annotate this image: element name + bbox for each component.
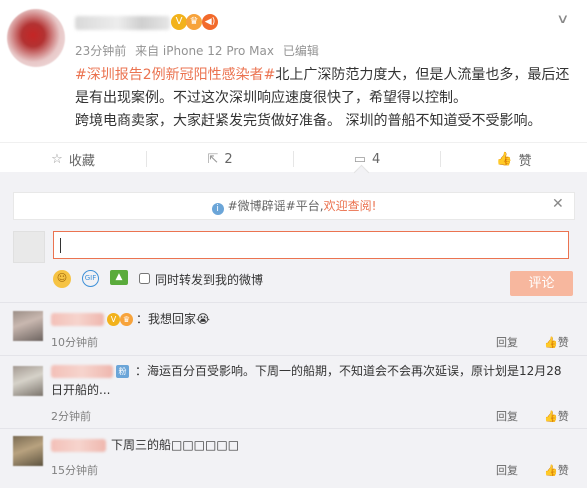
author-name-redacted[interactable] (75, 16, 170, 30)
favorite-label: 收藏 (68, 153, 95, 169)
commenter-name-redacted[interactable] (51, 439, 106, 452)
notice-prefix: #微博辟谣#平台, (227, 199, 324, 213)
gif-icon[interactable]: GIF (82, 270, 99, 287)
repost-checkbox-label[interactable]: 同时转发到我的微博 (155, 271, 263, 288)
chevron-down-icon[interactable]: ∨ (556, 12, 569, 27)
verified-icon: V (171, 14, 187, 30)
submit-comment-button[interactable]: 评论 (510, 271, 573, 296)
close-icon[interactable]: ✕ (552, 196, 564, 212)
comment-input[interactable] (53, 231, 569, 259)
comment-count: 4 (372, 151, 381, 167)
text-cursor (60, 238, 61, 253)
comment-text: 下周三的船□□□□□□ (111, 438, 240, 452)
reply-button[interactable]: 回复 (496, 408, 518, 424)
comment-like-button[interactable]: 👍赞 (544, 334, 569, 350)
comment-like-label: 赞 (557, 336, 569, 349)
commenter-avatar[interactable] (13, 436, 43, 466)
reply-button[interactable]: 回复 (496, 334, 518, 350)
notice-link[interactable]: 欢迎查阅! (324, 199, 377, 213)
like-label: 赞 (518, 153, 532, 169)
comment-like-label: 赞 (557, 464, 569, 477)
crown-icon: ♛ (120, 313, 133, 326)
repost-icon: ⇱ (207, 151, 219, 167)
comment-text: ：我想回家😭 (136, 312, 211, 326)
comment-time: 10分钟前 (51, 336, 98, 349)
comment-time: 15分钟前 (51, 464, 98, 477)
comment-like-button[interactable]: 👍赞 (544, 408, 569, 424)
post-source: 来自 iPhone 12 Pro Max (135, 44, 274, 58)
comment-icon: ▭ (353, 151, 366, 167)
commenter-name-redacted[interactable] (51, 313, 104, 326)
comment-like-button[interactable]: 👍赞 (544, 462, 569, 478)
like-icon: 👍 (496, 151, 513, 167)
my-avatar (13, 231, 45, 263)
post-edited[interactable]: 已编辑 (283, 44, 319, 58)
post-topic-link[interactable]: #深圳报告2例新冠阳性感染者# (75, 67, 275, 83)
commenter-avatar[interactable] (13, 366, 43, 396)
like-button[interactable]: 👍 赞 (441, 143, 587, 175)
rumor-notice[interactable]: i #微博辟谣#平台,欢迎查阅! (13, 192, 575, 220)
comment-separator (0, 428, 587, 429)
like-icon: 👍 (544, 410, 558, 423)
comment-separator (0, 302, 587, 303)
comment-separator (0, 355, 587, 356)
repost-button[interactable]: ⇱ 2 (147, 143, 293, 175)
comment-like-label: 赞 (557, 410, 569, 423)
favorite-button[interactable]: ☆ 收藏 (0, 143, 146, 175)
author-avatar[interactable] (7, 9, 65, 67)
emoji-icon[interactable]: ☺ (53, 270, 71, 288)
repost-count: 2 (224, 151, 233, 167)
star-icon: ☆ (51, 151, 63, 167)
post-time[interactable]: 23分钟前 (75, 44, 126, 58)
verified-icon: V (107, 313, 120, 326)
comment-time: 2分钟前 (51, 410, 91, 423)
like-icon: 👍 (544, 336, 558, 349)
post-text-line2: 跨境电商卖家，大家赶紧发完货做好准备。 深圳的普船不知道受不受影响。 (75, 113, 542, 129)
like-icon: 👍 (544, 464, 558, 477)
reply-button[interactable]: 回复 (496, 462, 518, 478)
info-icon: i (211, 203, 224, 215)
post-meta: 23分钟前 来自 iPhone 12 Pro Max 已编辑 (75, 42, 324, 59)
comment-text: ：海运百分百受影响。下周一的船期，不知道会不会再次延误，原计划是12月28日开船… (51, 364, 562, 397)
post-body: #深圳报告2例新冠阳性感染者#北上广深防范力度大，但是人流量也多，最后还是有出现… (75, 64, 580, 133)
commenter-avatar[interactable] (13, 311, 43, 341)
speaker-icon: ◀) (202, 14, 218, 30)
action-bar: ☆ 收藏 ⇱ 2 ▭ 4 👍 赞 (0, 142, 587, 176)
image-icon[interactable]: ▲ (110, 270, 128, 285)
crown-icon: ♛ (186, 14, 202, 30)
repost-checkbox[interactable] (139, 273, 150, 284)
